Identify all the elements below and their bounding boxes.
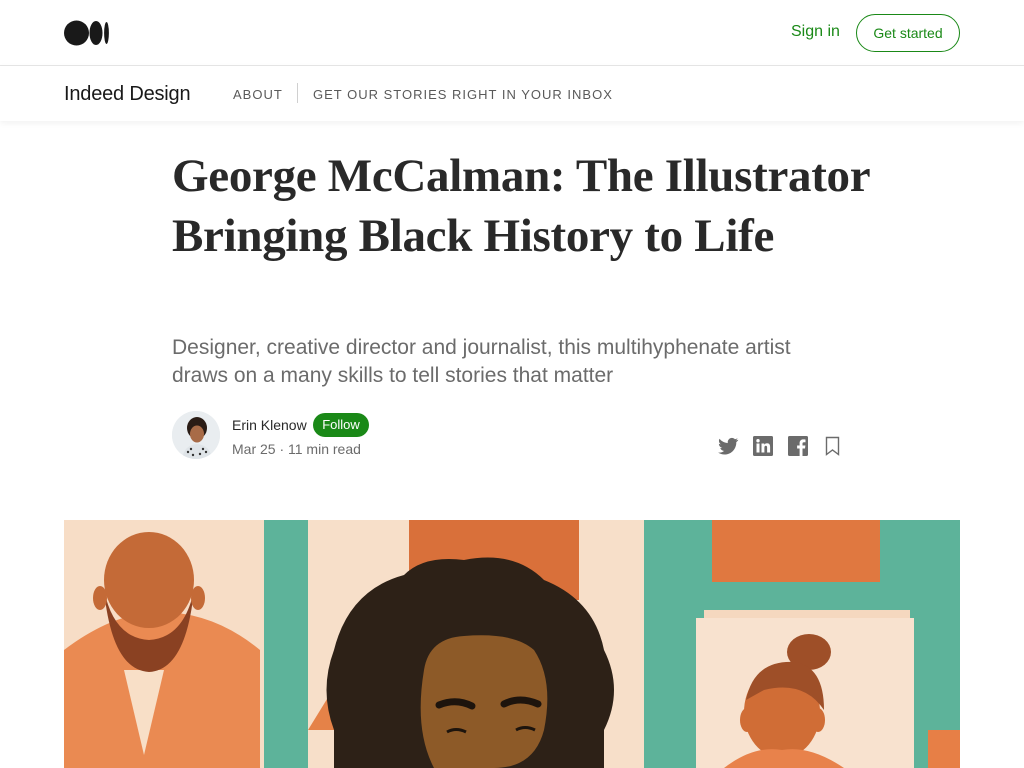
- author-photo-icon: [172, 411, 220, 459]
- twitter-icon[interactable]: [716, 434, 740, 458]
- linkedin-icon[interactable]: [751, 434, 775, 458]
- sign-in-link[interactable]: Sign in: [791, 23, 840, 41]
- article-meta: Mar 25 · 11 min read: [232, 441, 361, 457]
- facebook-icon[interactable]: [786, 434, 810, 458]
- get-started-button[interactable]: Get started: [856, 14, 960, 52]
- author-name[interactable]: Erin Klenow: [232, 417, 307, 433]
- nav-divider: [297, 83, 298, 103]
- illustration-image: [64, 520, 960, 768]
- publication-bar: Indeed Design ABOUT GET OUR STORIES RIGH…: [0, 66, 1024, 121]
- follow-button[interactable]: Follow: [313, 413, 369, 437]
- medium-logo-icon[interactable]: [64, 20, 110, 46]
- nav-newsletter-link[interactable]: GET OUR STORIES RIGHT IN YOUR INBOX: [313, 87, 613, 102]
- article-title: George McCalman: The Illustrator Bringin…: [172, 150, 870, 262]
- nav-about-link[interactable]: ABOUT: [233, 87, 283, 102]
- hero-illustration: [64, 520, 960, 768]
- article-subtitle: Designer, creative director and journali…: [172, 336, 791, 387]
- author-avatar[interactable]: [172, 411, 220, 459]
- top-navigation-bar: Sign in Get started: [0, 0, 1024, 66]
- publication-name[interactable]: Indeed Design: [64, 83, 191, 106]
- bookmark-icon[interactable]: [821, 434, 845, 458]
